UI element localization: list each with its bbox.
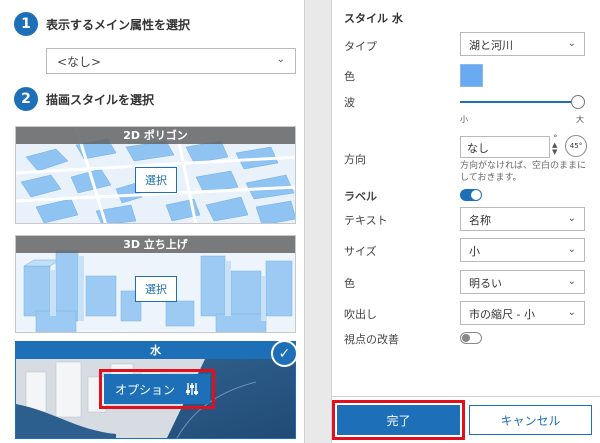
cancel-button[interactable]: キャンセル <box>469 405 592 435</box>
size-label: サイズ <box>344 245 377 258</box>
select-3d-extrude-button[interactable]: 選択 <box>135 276 177 302</box>
text-label: テキスト <box>344 214 388 227</box>
step-2-number: 2 <box>14 87 38 111</box>
direction-help-text: 方向がなければ、空白のままにしておきます。 <box>460 161 587 183</box>
wave-slider[interactable] <box>460 95 585 109</box>
step-1-header: 1 表示するメイン属性を選択 <box>14 12 190 36</box>
chevron-down-icon: ⌄ <box>567 307 576 318</box>
style-card-2d-polygon[interactable]: 2D ポリゴン 選択 <box>15 126 296 224</box>
attribute-select-value: <なし> <box>57 55 102 69</box>
panel-title: スタイル 水 <box>344 12 403 25</box>
callout-label: 吹出し <box>344 308 377 321</box>
label-color-select-value: 明るい <box>469 277 502 290</box>
water-options-button[interactable]: オプション <box>104 374 210 404</box>
style-card-3d-extrude[interactable]: 3D 立ち上げ 選択 <box>15 235 296 333</box>
step-1-title: 表示するメイン属性を選択 <box>46 17 191 32</box>
direction-input[interactable]: なし <box>460 136 550 158</box>
direction-dial-value: 45° <box>569 142 583 150</box>
selected-check-icon: ✓ <box>271 340 298 367</box>
labels-toggle[interactable] <box>460 189 482 201</box>
card-title-water: 水 <box>16 342 295 359</box>
step-1-number: 1 <box>14 12 38 36</box>
direction-label: 方向 <box>344 153 366 166</box>
card-title-2d-polygon: 2D ポリゴン <box>16 127 295 144</box>
attribute-select[interactable]: <なし> ⌄ <box>46 48 296 74</box>
size-select[interactable]: 小 ⌄ <box>460 238 585 262</box>
size-select-value: 小 <box>469 245 480 258</box>
chevron-down-icon: ⌄ <box>567 213 576 224</box>
wave-label: 波 <box>344 96 355 109</box>
chevron-down-icon: ⌄ <box>567 244 576 255</box>
label-color-select[interactable]: 明るい ⌄ <box>460 270 585 294</box>
direction-dial-icon[interactable]: 45° <box>565 135 587 157</box>
wave-slider-thumb[interactable] <box>571 95 585 109</box>
type-select-value: 湖と河川 <box>469 39 513 52</box>
sliders-icon <box>186 383 198 395</box>
viewpoint-toggle[interactable] <box>460 332 482 344</box>
text-select-value: 名称 <box>469 214 491 227</box>
step-2-header: 2 描画スタイルを選択 <box>14 87 154 111</box>
done-button[interactable]: 完了 <box>337 405 460 435</box>
wave-max-label: 大 <box>576 115 584 124</box>
text-select[interactable]: 名称 ⌄ <box>460 207 585 231</box>
callout-select[interactable]: 市の縮尺 - 小 ⌄ <box>460 301 585 325</box>
style-options-panel: スタイル 水 タイプ 湖と河川 ⌄ 色 波 小 大 方向 なし ° ▲ ▼ 45°… <box>331 0 600 443</box>
water-color-swatch[interactable] <box>460 64 483 87</box>
viewpoint-label: 視点の改善 <box>344 333 399 346</box>
toggle-knob <box>462 334 470 342</box>
direction-spinner[interactable]: ▲ ▼ <box>552 142 557 156</box>
callout-select-value: 市の縮尺 - 小 <box>469 308 535 321</box>
chevron-down-icon: ⌄ <box>276 54 285 65</box>
chevron-down-icon: ⌄ <box>567 38 576 49</box>
wave-min-label: 小 <box>460 115 468 124</box>
select-2d-polygon-button[interactable]: 選択 <box>135 167 177 193</box>
style-gallery-panel: 1 表示するメイン属性を選択 <なし> ⌄ 2 描画スタイルを選択 2D ポリゴ… <box>0 0 305 443</box>
label-color-label: 色 <box>344 277 355 290</box>
type-label: タイプ <box>344 40 377 53</box>
card-title-3d-extrude: 3D 立ち上げ <box>16 236 295 253</box>
wave-slider-fill <box>460 101 578 103</box>
toggle-knob <box>471 190 481 200</box>
step-2-title: 描画スタイルを選択 <box>46 92 155 107</box>
type-select[interactable]: 湖と河川 ⌄ <box>460 32 585 56</box>
labels-label: ラベル <box>344 190 377 203</box>
water-options-label: オプション <box>114 382 175 397</box>
color-label: 色 <box>344 70 355 83</box>
chevron-down-icon: ⌄ <box>567 276 576 287</box>
